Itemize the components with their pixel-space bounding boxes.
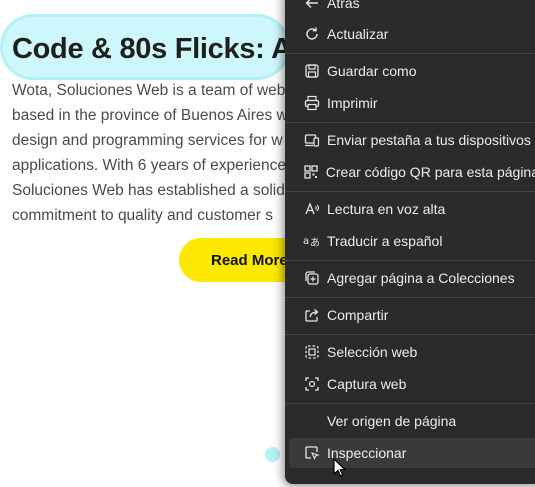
inspect-icon [297, 443, 327, 463]
web-capture-icon [297, 374, 327, 394]
menu-separator [285, 53, 535, 54]
menu-separator [285, 260, 535, 261]
menu-separator [285, 297, 535, 298]
collections-icon [297, 268, 327, 288]
menu-item-back[interactable]: Atrás [289, 0, 535, 18]
menu-item-label: Captura web [327, 376, 407, 392]
menu-item-web-capture[interactable]: Captura web [289, 369, 535, 399]
menu-item-save-as[interactable]: Guardar como [289, 56, 535, 86]
menu-item-label: Traducir a español [327, 233, 443, 249]
menu-item-label: Compartir [327, 307, 389, 323]
menu-item-collections[interactable]: Agregar página a Colecciones [289, 263, 535, 293]
svg-text:a: a [303, 236, 309, 247]
menu-item-translate[interactable]: aあ Traducir a español [289, 226, 535, 256]
page-title-main: Code & 80s Flicks: A [12, 33, 299, 65]
menu-item-label: Actualizar [327, 26, 389, 42]
menu-separator [285, 403, 535, 404]
send-tab-icon [297, 130, 327, 150]
web-select-icon [297, 342, 327, 362]
svg-text:あ: あ [310, 237, 320, 249]
menu-item-label: Imprimir [327, 95, 378, 111]
menu-item-qr-code[interactable]: Crear código QR para esta página [289, 157, 535, 187]
menu-separator [285, 334, 535, 335]
menu-item-inspect[interactable]: Inspeccionar [289, 438, 535, 468]
translate-icon: aあ [297, 231, 327, 251]
menu-item-send-tab[interactable]: Enviar pestaña a tus dispositivos [289, 125, 535, 155]
menu-separator [285, 122, 535, 123]
menu-item-print[interactable]: Imprimir [289, 88, 535, 118]
menu-item-share[interactable]: Compartir [289, 300, 535, 330]
menu-item-view-source[interactable]: Ver origen de página [289, 406, 535, 436]
qr-code-icon [297, 162, 326, 182]
menu-item-label: Selección web [327, 344, 418, 360]
menu-item-label: Atrás [327, 0, 360, 11]
carousel-dot[interactable] [265, 447, 280, 462]
save-icon [297, 61, 327, 81]
menu-item-refresh[interactable]: Actualizar [289, 19, 535, 49]
read-aloud-icon [297, 199, 327, 219]
back-arrow-icon [297, 0, 327, 13]
print-icon [297, 93, 327, 113]
menu-separator [285, 191, 535, 192]
refresh-icon [297, 24, 327, 44]
menu-item-label: Enviar pestaña a tus dispositivos [327, 132, 531, 148]
menu-item-web-select[interactable]: Selección web [289, 337, 535, 367]
menu-item-label: Guardar como [327, 63, 417, 79]
menu-item-label: Agregar página a Colecciones [327, 270, 515, 286]
menu-item-label: Crear código QR para esta página [325, 164, 535, 180]
share-icon [297, 305, 327, 325]
page-title: Code & 80s Flicks: A F [12, 33, 316, 66]
context-menu: Atrás Actualizar Guardar como Imprimir E… [285, 0, 535, 484]
mouse-pointer-icon [333, 458, 347, 478]
menu-item-label: Lectura en voz alta [327, 201, 446, 217]
menu-item-read-aloud[interactable]: Lectura en voz alta [289, 194, 535, 224]
menu-item-label: Ver origen de página [327, 413, 457, 429]
